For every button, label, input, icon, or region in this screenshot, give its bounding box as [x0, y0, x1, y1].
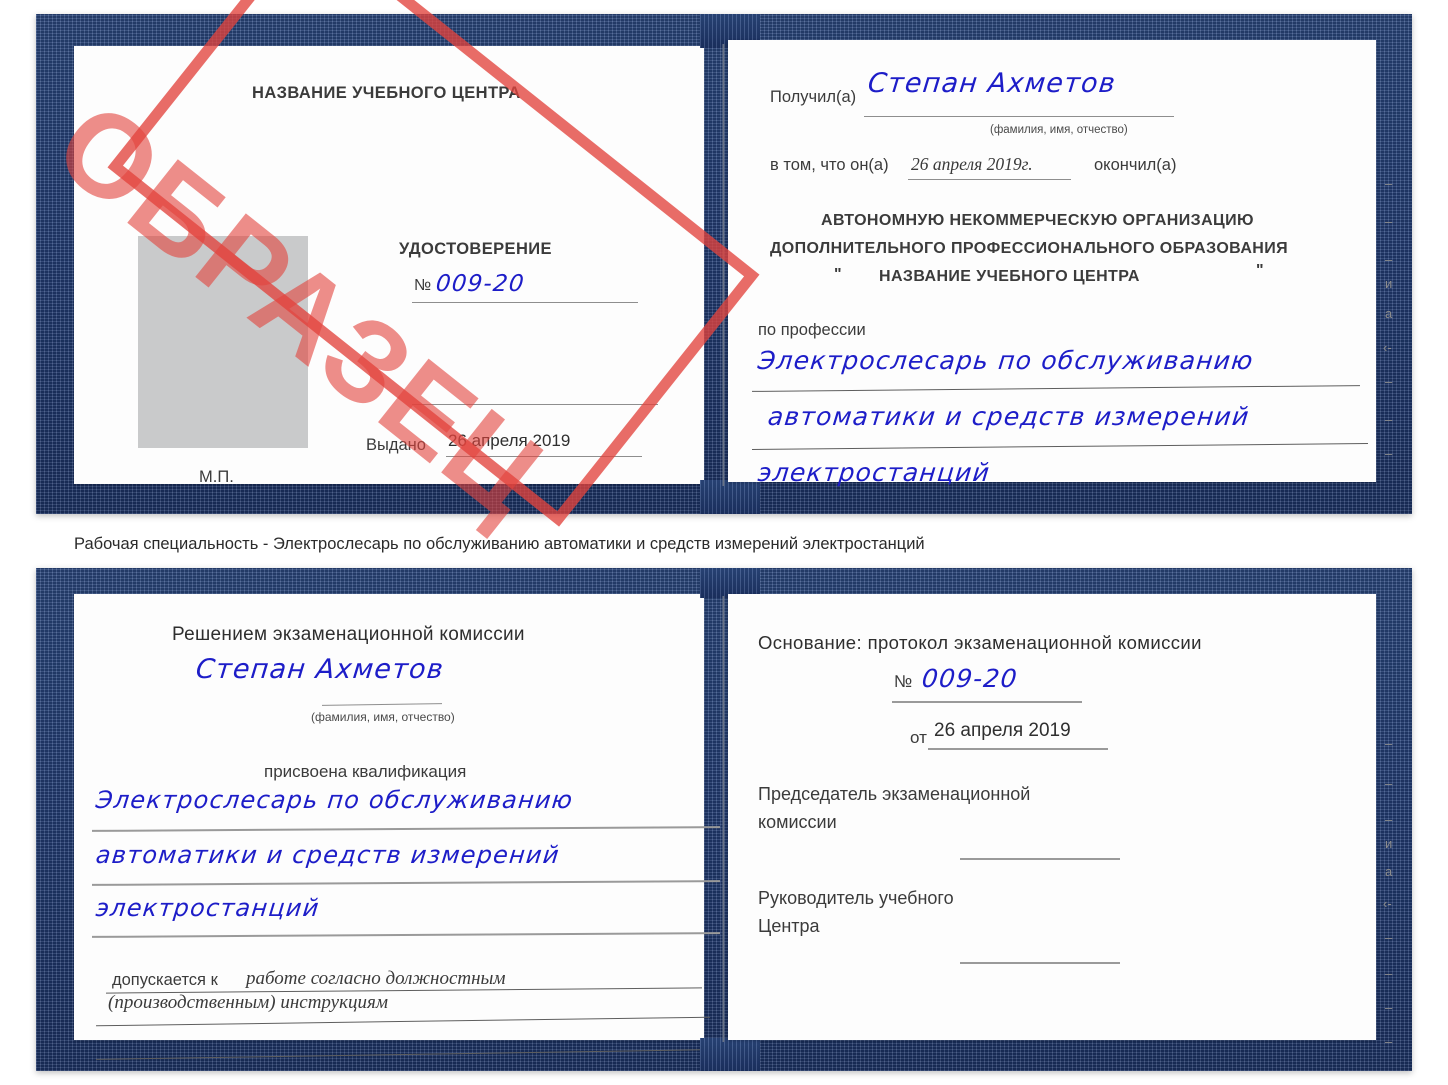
profession-rule-2 [752, 443, 1368, 450]
protocol-number-label: № [894, 672, 913, 691]
qualification-line-2: автоматики и средств измерений [94, 841, 562, 869]
received-label: Получил(а) [770, 88, 857, 106]
top-right-page: Получил(а) Степан Ахметов (фамилия, имя,… [728, 40, 1376, 487]
received-value: Степан Ахметов [866, 68, 1118, 99]
blank-rule-top [412, 404, 658, 405]
profession-line-2: автоматики и средств измерений [766, 402, 1252, 431]
admitted-value-line-1: работе согласно должностным [246, 968, 506, 989]
protocol-date-rule [928, 748, 1108, 750]
in-that-rule [908, 179, 1071, 180]
student-name-bottom: Степан Ахметов [194, 654, 446, 685]
qualification-line-1: Электрослесарь по обслуживанию [94, 786, 575, 814]
profession-label: по профессии [758, 321, 866, 339]
name-rule-bottom [321, 703, 443, 706]
in-that-label: в том, что он(а) [770, 156, 889, 174]
margin-artifact: – [1385, 252, 1393, 267]
margin-artifact: и [1385, 836, 1393, 851]
certificate-bottom: Решением экзаменационной комиссии Степан… [36, 568, 1412, 1071]
org-line-3: НАЗВАНИЕ УЧЕБНОГО ЦЕНТРА [879, 268, 1140, 285]
in-that-value: 26 апреля 2019г. [911, 154, 1033, 174]
org-line-1: АВТОНОМНУЮ НЕКОММЕРЧЕСКУЮ ОРГАНИЗАЦИЮ [821, 212, 1254, 229]
protocol-date-label: от [910, 728, 927, 747]
margin-artifact: а [1385, 306, 1393, 321]
chair-line-1: Председатель экзаменационной [758, 784, 1031, 804]
head-line-1: Руководитель учебного [758, 888, 954, 908]
margin-artifact: – [1385, 214, 1393, 229]
number-rule-top [412, 302, 638, 303]
margin-artifact: – [1385, 374, 1393, 389]
qualification-rule-1 [91, 826, 721, 832]
spine-clip-bottom-2 [700, 1038, 760, 1071]
photo-placeholder [138, 236, 308, 448]
issued-value-top: 26 апреля 2019 [448, 431, 571, 450]
bottom-right-page: Основание: протокол экзаменационной коми… [728, 594, 1376, 1040]
training-center-name-top: НАЗВАНИЕ УЧЕБНОГО ЦЕНТРА [252, 84, 521, 102]
profession-line-3: электростанций [756, 458, 992, 487]
issued-label-top: Выдано [366, 436, 426, 454]
admitted-rule-2 [96, 1016, 710, 1027]
protocol-number-value: 009-20 [920, 664, 1020, 693]
number-value-top: 009-20 [434, 271, 527, 297]
document-title-top: УДОСТОВЕРЕНИЕ [399, 240, 552, 258]
qualification-rule-2 [91, 880, 721, 886]
head-signature-rule [960, 962, 1120, 964]
margin-artifact: – [1385, 776, 1393, 791]
admitted-rule-3 [96, 1049, 710, 1060]
qualification-line-3: электростанций [94, 894, 322, 922]
qualification-rule-3 [91, 932, 721, 938]
org-quote-close: " [1256, 262, 1264, 279]
received-rule [864, 116, 1174, 117]
protocol-number-rule [892, 701, 1082, 703]
profession-rule-1 [752, 385, 1360, 392]
book-spine-top [722, 44, 725, 486]
fio-hint-top: (фамилия, имя, отчество) [990, 124, 1128, 136]
basis-label: Основание: протокол экзаменационной коми… [758, 632, 1202, 653]
fio-hint-bottom: (фамилия, имя, отчество) [311, 710, 455, 724]
profession-line-1: Электрослесарь по обслуживанию [756, 346, 1256, 375]
top-left-page: НАЗВАНИЕ УЧЕБНОГО ЦЕНТРА УДОСТОВЕРЕНИЕ №… [74, 46, 704, 486]
margin-artifact: – [1385, 412, 1393, 427]
margin-artifact: – [1385, 812, 1393, 827]
issued-rule-top [446, 456, 642, 457]
book-spine-bottom [722, 596, 725, 1042]
margin-artifact: – [1385, 930, 1393, 945]
margin-artifact: – [1385, 176, 1393, 191]
scan-page: НАЗВАНИЕ УЧЕБНОГО ЦЕНТРА УДОСТОВЕРЕНИЕ №… [0, 0, 1448, 1085]
stamp-label-top: М.П. [199, 468, 234, 486]
chair-line-2: комиссии [758, 812, 837, 832]
admitted-value-line-2: (производственным) инструкциям [108, 992, 388, 1013]
margin-artifact: а [1385, 864, 1393, 879]
protocol-date-value: 26 апреля 2019 [934, 720, 1071, 741]
admitted-label: допускается к [112, 971, 218, 989]
org-line-2: ДОПОЛНИТЕЛЬНОГО ПРОФЕССИОНАЛЬНОГО ОБРАЗО… [770, 240, 1289, 257]
spine-clip-bottom [700, 480, 760, 514]
commission-heading: Решением экзаменационной комиссии [172, 624, 525, 645]
page-caption: Рабочая специальность - Электрослесарь п… [74, 535, 925, 553]
margin-artifact: – [1385, 1034, 1393, 1049]
finished-label: окончил(а) [1094, 156, 1177, 174]
head-line-2: Центра [758, 916, 820, 936]
chair-signature-rule [960, 858, 1120, 860]
margin-artifact: – [1385, 966, 1393, 981]
margin-artifact: – [1385, 736, 1393, 751]
margin-artifact: и [1385, 276, 1393, 291]
qualification-label: присвоена квалификация [264, 762, 467, 781]
certificate-top: НАЗВАНИЕ УЧЕБНОГО ЦЕНТРА УДОСТОВЕРЕНИЕ №… [36, 14, 1412, 514]
margin-artifact: ‹- [1383, 340, 1392, 355]
org-quote-open: " [834, 266, 842, 283]
margin-artifact: – [1385, 1000, 1393, 1015]
margin-artifact: ‹- [1383, 896, 1392, 911]
margin-artifact: – [1385, 446, 1393, 461]
bottom-left-page: Решением экзаменационной комиссии Степан… [74, 594, 721, 1060]
number-label-top: № [414, 277, 432, 294]
